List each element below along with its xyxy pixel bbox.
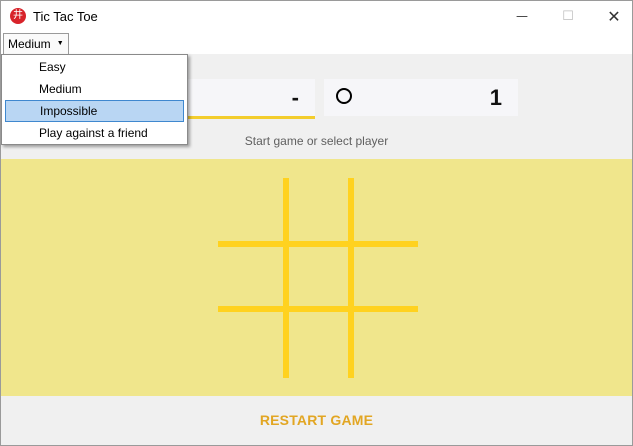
close-button[interactable]: ✕ — [591, 1, 632, 32]
score-x-value: - — [291, 85, 299, 110]
circle-icon — [336, 88, 352, 104]
menu-item-easy[interactable]: Easy — [3, 56, 186, 78]
grid-line-vertical-left — [283, 178, 289, 378]
menu-item-impossible[interactable]: Impossible — [5, 100, 184, 122]
maximize-button[interactable]: ☐ — [545, 1, 591, 32]
menu-bar: Medium ▼ — [1, 32, 632, 55]
score-card-o[interactable]: 1 — [324, 79, 518, 116]
grid-line-vertical-right — [348, 178, 354, 378]
app-icon: 井 — [10, 8, 26, 24]
minimize-button[interactable]: — — [499, 1, 545, 32]
score-o-value: 1 — [489, 85, 502, 110]
grid-line-horizontal-bottom — [218, 306, 418, 312]
footer: RESTART GAME — [1, 396, 632, 445]
difficulty-select-label: Medium — [8, 37, 51, 51]
game-board[interactable] — [1, 159, 632, 396]
window-title: Tic Tac Toe — [33, 9, 98, 24]
restart-game-button[interactable]: RESTART GAME — [1, 412, 632, 428]
grid-line-horizontal-top — [218, 241, 418, 247]
title-bar: 井 Tic Tac Toe — ☐ ✕ — [1, 1, 632, 32]
app-window: 井 Tic Tac Toe — ☐ ✕ Medium ▼ - 1 Start g… — [0, 0, 633, 446]
menu-item-medium[interactable]: Medium — [3, 78, 186, 100]
difficulty-dropdown-menu: Easy Medium Impossible Play against a fr… — [1, 54, 188, 145]
difficulty-select[interactable]: Medium ▼ — [3, 33, 69, 55]
menu-item-play-against-friend[interactable]: Play against a friend — [3, 122, 186, 144]
chevron-down-icon: ▼ — [56, 40, 64, 47]
